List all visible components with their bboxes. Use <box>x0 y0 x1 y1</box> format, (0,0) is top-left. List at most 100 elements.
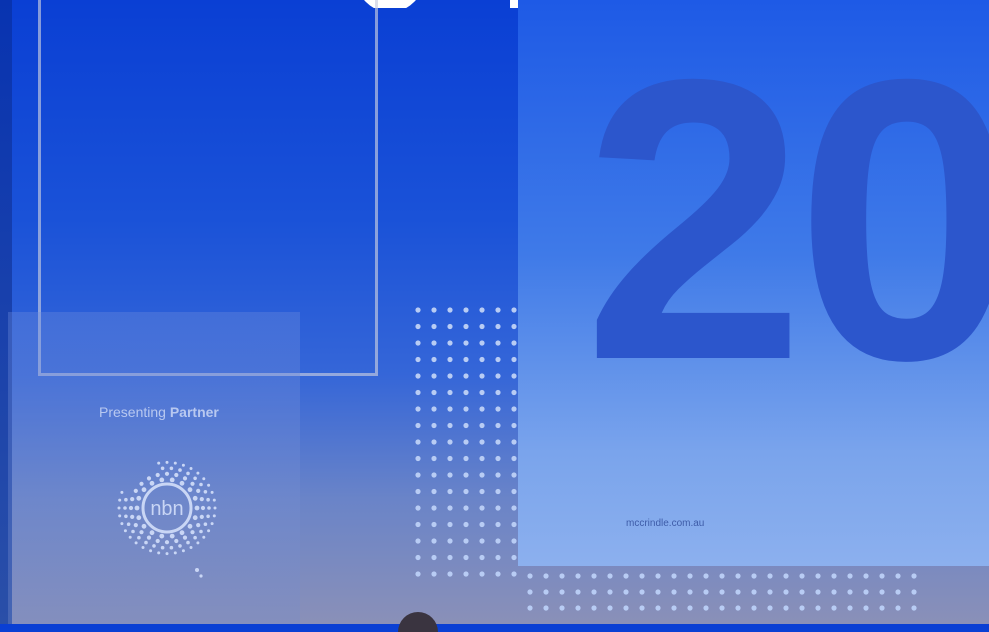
pattern-dot <box>767 589 773 595</box>
pattern-dot <box>117 506 121 510</box>
pattern-dot <box>495 521 501 528</box>
pattern-dot <box>207 506 211 510</box>
pattern-dot <box>415 439 421 445</box>
pattern-dot <box>479 488 485 495</box>
pattern-dot <box>157 551 161 555</box>
pattern-dot <box>174 538 179 544</box>
pattern-dot <box>911 605 917 611</box>
pattern-dot <box>799 589 805 595</box>
pattern-dot <box>192 495 198 501</box>
pattern-dot <box>879 589 885 595</box>
pattern-dot <box>130 497 135 502</box>
pattern-dot <box>719 573 725 579</box>
pattern-dot <box>735 589 741 595</box>
pattern-dot <box>199 529 203 534</box>
pattern-dot <box>431 554 437 561</box>
pattern-dot <box>623 605 629 611</box>
pattern-dot <box>527 605 533 611</box>
pattern-dot <box>511 307 517 313</box>
pattern-dot <box>463 406 469 412</box>
pattern-dot <box>196 488 201 493</box>
pattern-dot <box>495 439 501 445</box>
pattern-dot <box>831 573 837 579</box>
pattern-dot <box>157 461 161 465</box>
pattern-dot <box>479 340 485 346</box>
pattern-dot <box>447 389 453 396</box>
pattern-dot <box>815 589 821 595</box>
pattern-dot <box>189 467 193 470</box>
pattern-dot <box>671 589 677 595</box>
pattern-dot <box>431 455 437 462</box>
pattern-dot <box>495 505 501 511</box>
pattern-dot <box>155 472 160 478</box>
pattern-dot <box>415 521 421 528</box>
pattern-dot <box>863 589 869 595</box>
pattern-dot <box>189 546 193 549</box>
pattern-dot <box>159 477 165 483</box>
pattern-dot <box>895 573 901 579</box>
pattern-dot <box>799 573 805 579</box>
pattern-dot <box>146 476 152 481</box>
pattern-dot <box>149 549 153 553</box>
pattern-dot <box>165 460 169 464</box>
pattern-dot <box>139 530 144 535</box>
pattern-dot <box>169 477 175 483</box>
pattern-dot <box>196 541 200 545</box>
pattern-dot <box>169 466 174 471</box>
pattern-dot <box>463 571 469 577</box>
pattern-dot <box>847 605 853 611</box>
pattern-dot <box>164 540 170 545</box>
pattern-dot <box>174 472 179 478</box>
pattern-dot <box>213 506 217 510</box>
pattern-dot <box>415 307 421 313</box>
pattern-dot <box>207 529 211 533</box>
pattern-dot <box>415 356 421 363</box>
pattern-dot <box>495 406 501 412</box>
pattern-dot <box>655 605 661 611</box>
pattern-dot <box>447 340 453 346</box>
pattern-dot <box>196 523 201 528</box>
pattern-dot <box>415 488 421 495</box>
pattern-dot <box>463 472 469 478</box>
pattern-dot <box>575 605 581 611</box>
pattern-dot <box>190 530 195 535</box>
pattern-dot <box>479 538 485 544</box>
pattern-dot <box>139 481 144 486</box>
pattern-dot <box>149 530 155 536</box>
pattern-dot <box>415 340 421 346</box>
pattern-dot <box>511 538 517 544</box>
pattern-dot <box>463 307 469 313</box>
pattern-dot <box>186 471 190 476</box>
pattern-dot <box>431 521 437 528</box>
pattern-dot <box>479 307 485 313</box>
pattern-dot <box>639 589 645 595</box>
pattern-dot <box>210 490 214 494</box>
pattern-dot <box>703 589 709 595</box>
pattern-dot <box>131 529 135 534</box>
presenting-partner-label: Presenting Partner <box>99 404 219 420</box>
pattern-dot <box>415 505 421 511</box>
pattern-dot <box>447 373 453 379</box>
pattern-dot <box>575 589 581 595</box>
pattern-dot <box>879 573 885 579</box>
pattern-dot <box>575 573 581 579</box>
pattern-dot <box>186 540 190 545</box>
pattern-dot <box>543 605 549 611</box>
pattern-dot <box>124 497 128 502</box>
pattern-dot <box>196 471 200 475</box>
pattern-dot <box>179 480 185 486</box>
pattern-dot <box>431 373 437 379</box>
pattern-dot <box>479 422 485 429</box>
pattern-dot <box>479 389 485 396</box>
pattern-dot <box>687 589 693 595</box>
pattern-dot <box>863 573 869 579</box>
pattern-dot <box>182 476 188 481</box>
pattern-dot <box>463 554 469 561</box>
pattern-dot <box>495 340 501 346</box>
pattern-dot <box>431 323 437 330</box>
pattern-dot <box>203 522 208 526</box>
pattern-dot <box>815 605 821 611</box>
pattern-dot <box>415 472 421 478</box>
pattern-dot <box>911 573 917 579</box>
pattern-dot <box>463 455 469 462</box>
